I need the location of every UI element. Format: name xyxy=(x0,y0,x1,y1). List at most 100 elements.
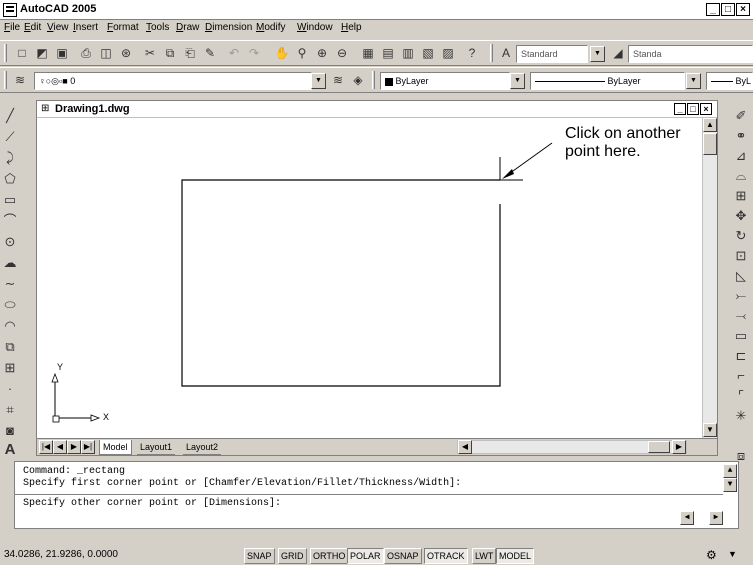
properties-icon[interactable]: ▦ xyxy=(360,45,376,61)
lwt-toggle[interactable]: LWT xyxy=(472,548,497,564)
menu-modify[interactable]: Modify xyxy=(256,22,285,33)
horizontal-scrollbar[interactable]: ◀ ▶ xyxy=(457,440,687,454)
last-tab-button[interactable]: ▶| xyxy=(81,440,95,454)
arc-icon[interactable]: ⌒ xyxy=(1,211,19,231)
communication-center-icon[interactable]: ⚙ xyxy=(706,548,717,562)
menu-format[interactable]: Format xyxy=(107,22,139,33)
color-dropdown[interactable]: ByLayer xyxy=(380,72,510,90)
chevron-down-icon[interactable]: ▼ xyxy=(590,46,605,62)
revision-cloud-icon[interactable]: ☁ xyxy=(1,253,19,273)
layer-previous-icon[interactable]: ◈ xyxy=(350,72,366,88)
pan-icon[interactable]: ✋ xyxy=(274,45,290,61)
grid-toggle[interactable]: GRID xyxy=(278,548,307,564)
circle-icon[interactable]: ⊙ xyxy=(1,232,19,252)
open-icon[interactable]: ◩ xyxy=(34,45,50,61)
zoom-window-icon[interactable]: ⊕ xyxy=(314,45,330,61)
menu-dimension[interactable]: Dimension xyxy=(205,22,252,33)
model-toggle[interactable]: MODEL xyxy=(496,548,535,564)
design-center-icon[interactable]: ▤ xyxy=(380,45,396,61)
zoom-previous-icon[interactable]: ⊖ xyxy=(334,45,350,61)
menu-help[interactable]: Help xyxy=(341,22,362,33)
command-window[interactable]: Command: _rectang Specify first corner p… xyxy=(14,461,739,529)
scroll-thumb[interactable] xyxy=(703,133,717,155)
copy-object-icon[interactable]: ⚭ xyxy=(732,126,750,146)
scroll-left-button[interactable]: ◀ xyxy=(458,440,472,454)
tab-model[interactable]: Model xyxy=(99,440,132,455)
multiline-text-icon[interactable]: A xyxy=(1,440,19,460)
rotate-icon[interactable]: ↻ xyxy=(732,226,750,246)
polygon-icon[interactable]: ⬠ xyxy=(1,169,19,189)
layer-manager-icon[interactable]: ≋ xyxy=(12,72,28,88)
array-icon[interactable]: ⊞ xyxy=(732,186,750,206)
save-icon[interactable]: ▣ xyxy=(54,45,70,61)
construction-line-icon[interactable]: ⟋ xyxy=(1,127,19,147)
toolbar-grip[interactable] xyxy=(4,44,7,62)
help-icon[interactable]: ? xyxy=(464,45,480,61)
h-scroll-thumb[interactable] xyxy=(648,441,670,453)
menu-edit[interactable]: Edit xyxy=(24,22,41,33)
move-icon[interactable]: ✥ xyxy=(732,206,750,226)
break-icon[interactable]: ▭ xyxy=(732,326,750,346)
insert-block-icon[interactable]: ⧉ xyxy=(1,337,19,357)
sheet-set-icon[interactable]: ▧ xyxy=(420,45,436,61)
menu-tools[interactable]: Tools xyxy=(146,22,169,33)
toolbar-grip[interactable] xyxy=(4,71,7,89)
cmd-scroll-down-button[interactable]: ▼ xyxy=(723,478,737,492)
toolbar-grip[interactable] xyxy=(490,44,493,62)
coordinate-readout[interactable]: 34.0286, 21.9286, 0.0000 xyxy=(4,549,118,560)
menu-view[interactable]: View xyxy=(47,22,69,33)
text-style-dropdown[interactable]: Standard xyxy=(516,45,588,63)
explode-icon[interactable]: ✳ xyxy=(732,406,750,426)
scroll-down-button[interactable]: ▼ xyxy=(703,423,717,437)
model-space-canvas[interactable]: Click on another point here. Y X xyxy=(37,118,702,438)
cmd-scroll-right-button[interactable]: ▶ xyxy=(709,511,723,525)
scale-icon[interactable]: ⊡ xyxy=(732,246,750,266)
line-icon[interactable]: ╱ xyxy=(1,106,19,126)
undo-icon[interactable]: ↶ xyxy=(226,45,242,61)
menu-file[interactable]: File xyxy=(4,22,20,33)
drawing-minimize-button[interactable]: _ xyxy=(674,103,686,115)
scroll-up-button[interactable]: ▲ xyxy=(703,118,717,132)
stretch-icon[interactable]: ◺ xyxy=(732,266,750,286)
menu-window[interactable]: Window xyxy=(297,22,333,33)
next-tab-button[interactable]: ▶ xyxy=(67,440,81,454)
point-icon[interactable]: · xyxy=(1,379,19,399)
menu-draw[interactable]: Draw xyxy=(176,22,199,33)
prev-tab-button[interactable]: ◀ xyxy=(53,440,67,454)
join-icon[interactable]: ⊏ xyxy=(732,346,750,366)
close-button[interactable]: × xyxy=(736,3,750,16)
fillet-icon[interactable]: ⌜ xyxy=(732,386,750,406)
toolbar-grip[interactable] xyxy=(372,71,375,89)
ortho-toggle[interactable]: ORTHO xyxy=(310,548,349,564)
polar-toggle[interactable]: POLAR xyxy=(347,548,384,564)
plot-preview-icon[interactable]: ◫ xyxy=(98,45,114,61)
snap-toggle[interactable]: SNAP xyxy=(244,548,275,564)
cmd-scroll-up-button[interactable]: ▲ xyxy=(723,464,737,478)
tool-palettes-icon[interactable]: ▥ xyxy=(400,45,416,61)
ellipse-icon[interactable]: ⬭ xyxy=(1,295,19,315)
drawing-restore-button[interactable]: □ xyxy=(687,103,699,115)
spline-icon[interactable]: ∼ xyxy=(1,274,19,294)
erase-icon[interactable]: ✐ xyxy=(732,106,750,126)
region-icon[interactable]: ◙ xyxy=(1,421,19,441)
dim-style-dropdown[interactable]: Standa xyxy=(628,45,753,63)
drawing-close-button[interactable]: × xyxy=(700,103,712,115)
cut-icon[interactable]: ✂ xyxy=(142,45,158,61)
status-menu-arrow-icon[interactable]: ▼ xyxy=(728,549,737,559)
paste-icon[interactable]: ⎗ xyxy=(182,45,198,61)
copy-icon[interactable]: ⧉ xyxy=(162,45,178,61)
osnap-toggle[interactable]: OSNAP xyxy=(384,548,422,564)
new-icon[interactable]: □ xyxy=(14,45,30,61)
vertical-scrollbar[interactable]: ▲ ▼ xyxy=(702,118,717,438)
match-properties-icon[interactable]: ✎ xyxy=(202,45,218,61)
chevron-down-icon[interactable]: ▼ xyxy=(311,73,326,89)
polyline-icon[interactable]: ⤸ xyxy=(1,148,19,168)
scroll-right-button[interactable]: ▶ xyxy=(672,440,686,454)
tab-layout2[interactable]: Layout2 xyxy=(183,440,222,455)
trim-icon[interactable]: ⤚ xyxy=(732,286,750,306)
redo-icon[interactable]: ↷ xyxy=(246,45,262,61)
zoom-realtime-icon[interactable]: ⚲ xyxy=(294,45,310,61)
publish-icon[interactable]: ⊛ xyxy=(118,45,134,61)
autocad-app-icon[interactable] xyxy=(3,3,17,17)
linetype-dropdown[interactable]: ByLayer xyxy=(530,72,685,90)
